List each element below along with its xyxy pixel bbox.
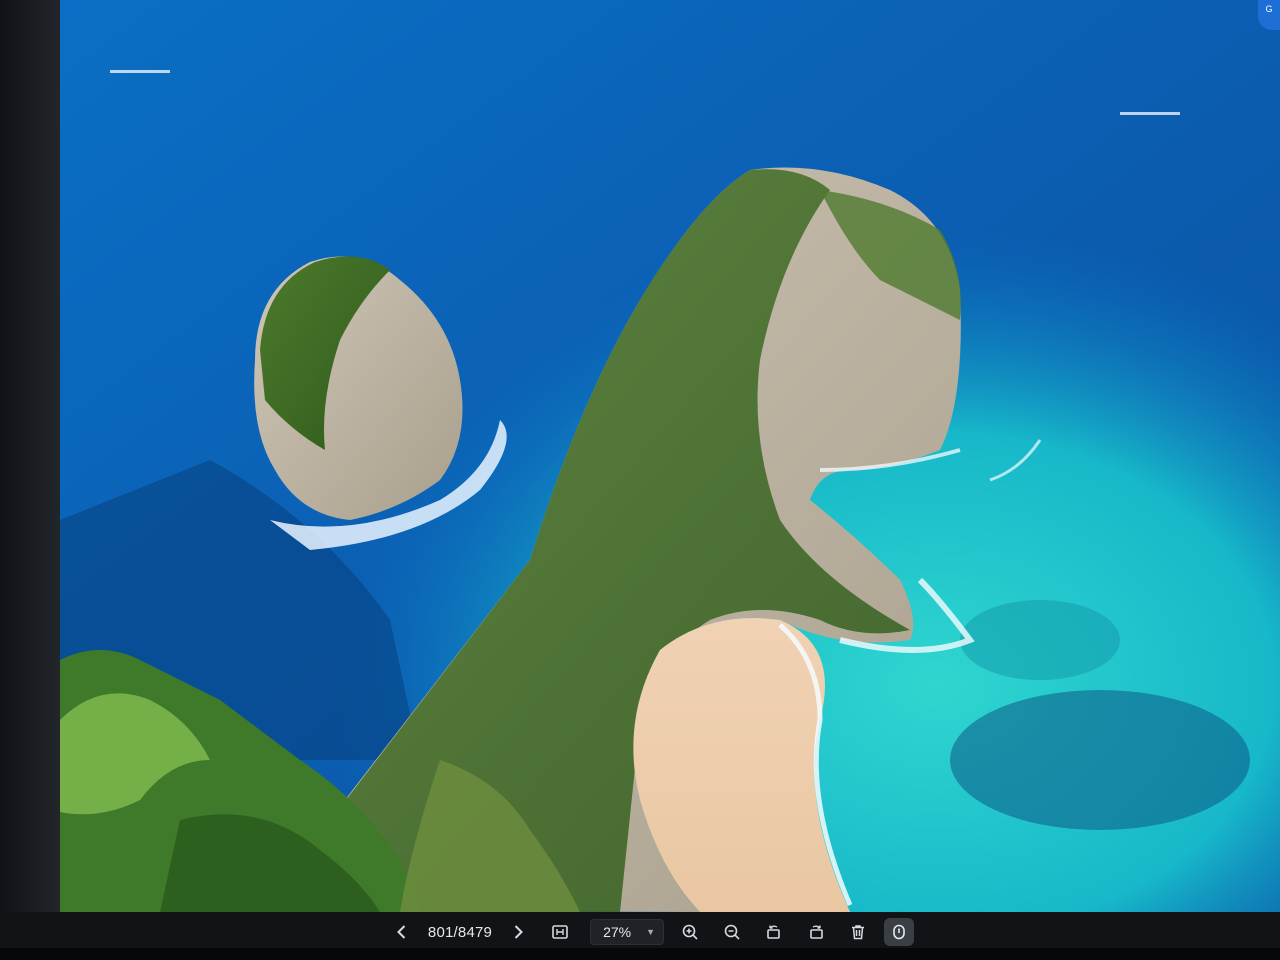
zoom-select[interactable]: 27% ▼ bbox=[590, 919, 665, 945]
monitor-bezel-bottom bbox=[0, 948, 1280, 960]
next-button[interactable] bbox=[502, 917, 534, 947]
image-counter: 801/8479 bbox=[427, 923, 493, 941]
fit-icon bbox=[552, 925, 568, 939]
chevron-down-icon: ▼ bbox=[646, 927, 656, 937]
monitor-bezel bbox=[0, 0, 60, 960]
fit-to-window-button[interactable] bbox=[544, 917, 576, 947]
trash-icon bbox=[852, 925, 865, 940]
delete-button[interactable] bbox=[842, 917, 874, 947]
rotate-right-icon bbox=[810, 925, 823, 939]
zoom-out-icon bbox=[724, 924, 740, 940]
chevron-left-icon bbox=[396, 925, 406, 939]
rotate-left-button[interactable] bbox=[758, 917, 790, 947]
zoom-in-button[interactable] bbox=[674, 917, 706, 947]
rotate-left-icon bbox=[767, 925, 780, 939]
info-icon bbox=[893, 924, 905, 940]
zoom-value: 27% bbox=[603, 924, 632, 940]
rotate-right-button[interactable] bbox=[800, 917, 832, 947]
zoom-in-icon bbox=[682, 924, 698, 940]
photo-viewport[interactable]: G bbox=[60, 0, 1280, 912]
info-button[interactable] bbox=[884, 918, 915, 946]
chevron-right-icon bbox=[514, 925, 523, 939]
previous-button[interactable] bbox=[386, 917, 418, 947]
zoom-out-button[interactable] bbox=[716, 917, 748, 947]
viewer-toolbar: 801/8479 27% ▼ bbox=[0, 912, 1280, 952]
photo bbox=[60, 0, 1280, 912]
corner-badge[interactable]: G bbox=[1258, 0, 1280, 30]
